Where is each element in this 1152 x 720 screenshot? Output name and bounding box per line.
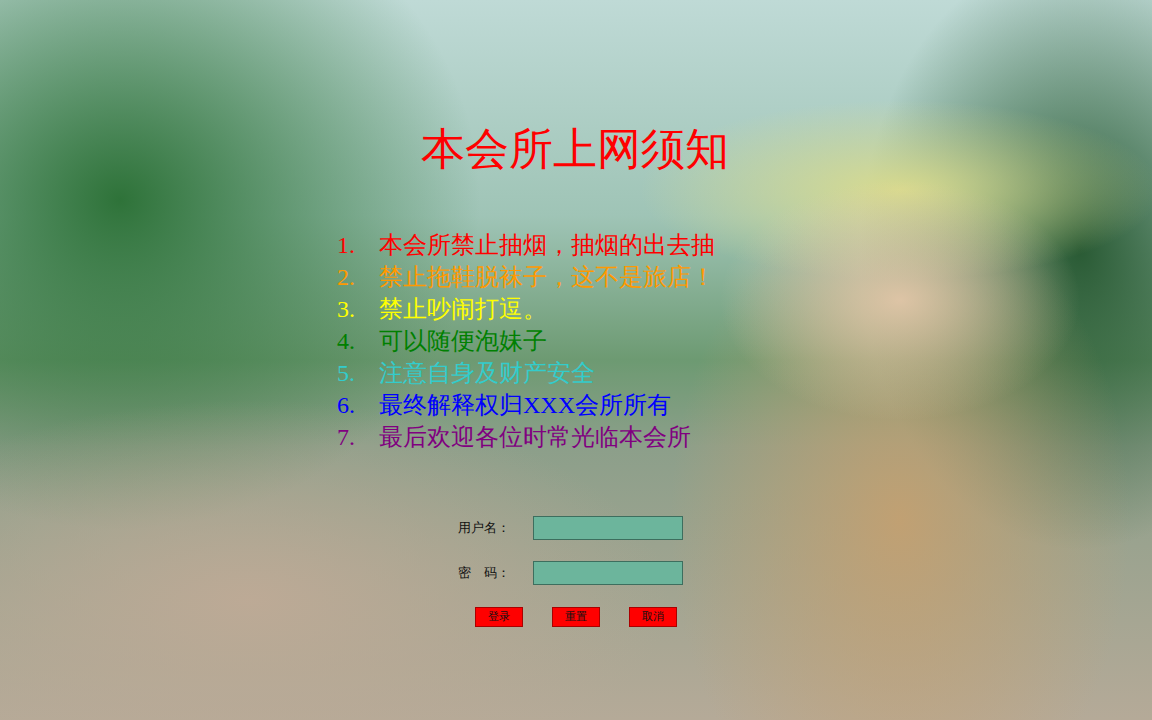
rule-text: 禁止拖鞋脱袜子，这不是旅店！ bbox=[379, 261, 715, 293]
rule-number: 6. bbox=[337, 389, 379, 421]
rule-item: 2.禁止拖鞋脱袜子，这不是旅店！ bbox=[337, 261, 1152, 293]
reset-button[interactable]: 重置 bbox=[552, 607, 600, 627]
rule-item: 5.注意自身及财产安全 bbox=[337, 357, 1152, 389]
login-form: 用户名： 密 码： bbox=[458, 516, 1152, 585]
username-input[interactable] bbox=[533, 516, 683, 540]
rule-text: 可以随便泡妹子 bbox=[379, 325, 547, 357]
rule-item: 7.最后欢迎各位时常光临本会所 bbox=[337, 421, 1152, 453]
background-photo: 本会所上网须知 1.本会所禁止抽烟，抽烟的出去抽2.禁止拖鞋脱袜子，这不是旅店！3… bbox=[0, 0, 1152, 720]
form-row: 密 码： bbox=[458, 561, 1152, 585]
rule-number: 3. bbox=[337, 293, 379, 325]
rule-text: 最后欢迎各位时常光临本会所 bbox=[379, 421, 691, 453]
password-input[interactable] bbox=[533, 561, 683, 585]
rule-number: 5. bbox=[337, 357, 379, 389]
rule-item: 4.可以随便泡妹子 bbox=[337, 325, 1152, 357]
rule-text: 禁止吵闹打逗。 bbox=[379, 293, 547, 325]
rule-number: 1. bbox=[337, 229, 379, 261]
rule-item: 1.本会所禁止抽烟，抽烟的出去抽 bbox=[337, 229, 1152, 261]
rule-item: 3.禁止吵闹打逗。 bbox=[337, 293, 1152, 325]
login-button[interactable]: 登录 bbox=[475, 607, 523, 627]
rule-number: 4. bbox=[337, 325, 379, 357]
field-label: 用户名： bbox=[458, 519, 533, 537]
rule-text: 本会所禁止抽烟，抽烟的出去抽 bbox=[379, 229, 715, 261]
page-title: 本会所上网须知 bbox=[0, 122, 1152, 178]
rule-text: 最终解释权归XXX会所所有 bbox=[379, 389, 671, 421]
rule-number: 2. bbox=[337, 261, 379, 293]
rules-list: 1.本会所禁止抽烟，抽烟的出去抽2.禁止拖鞋脱袜子，这不是旅店！3.禁止吵闹打逗… bbox=[337, 229, 1152, 453]
button-row: 登录 重置 取消 bbox=[475, 607, 1152, 627]
rule-number: 7. bbox=[337, 421, 379, 453]
field-label: 密 码： bbox=[458, 564, 533, 582]
rule-item: 6.最终解释权归XXX会所所有 bbox=[337, 389, 1152, 421]
cancel-button[interactable]: 取消 bbox=[629, 607, 677, 627]
rule-text: 注意自身及财产安全 bbox=[379, 357, 595, 389]
form-row: 用户名： bbox=[458, 516, 1152, 540]
